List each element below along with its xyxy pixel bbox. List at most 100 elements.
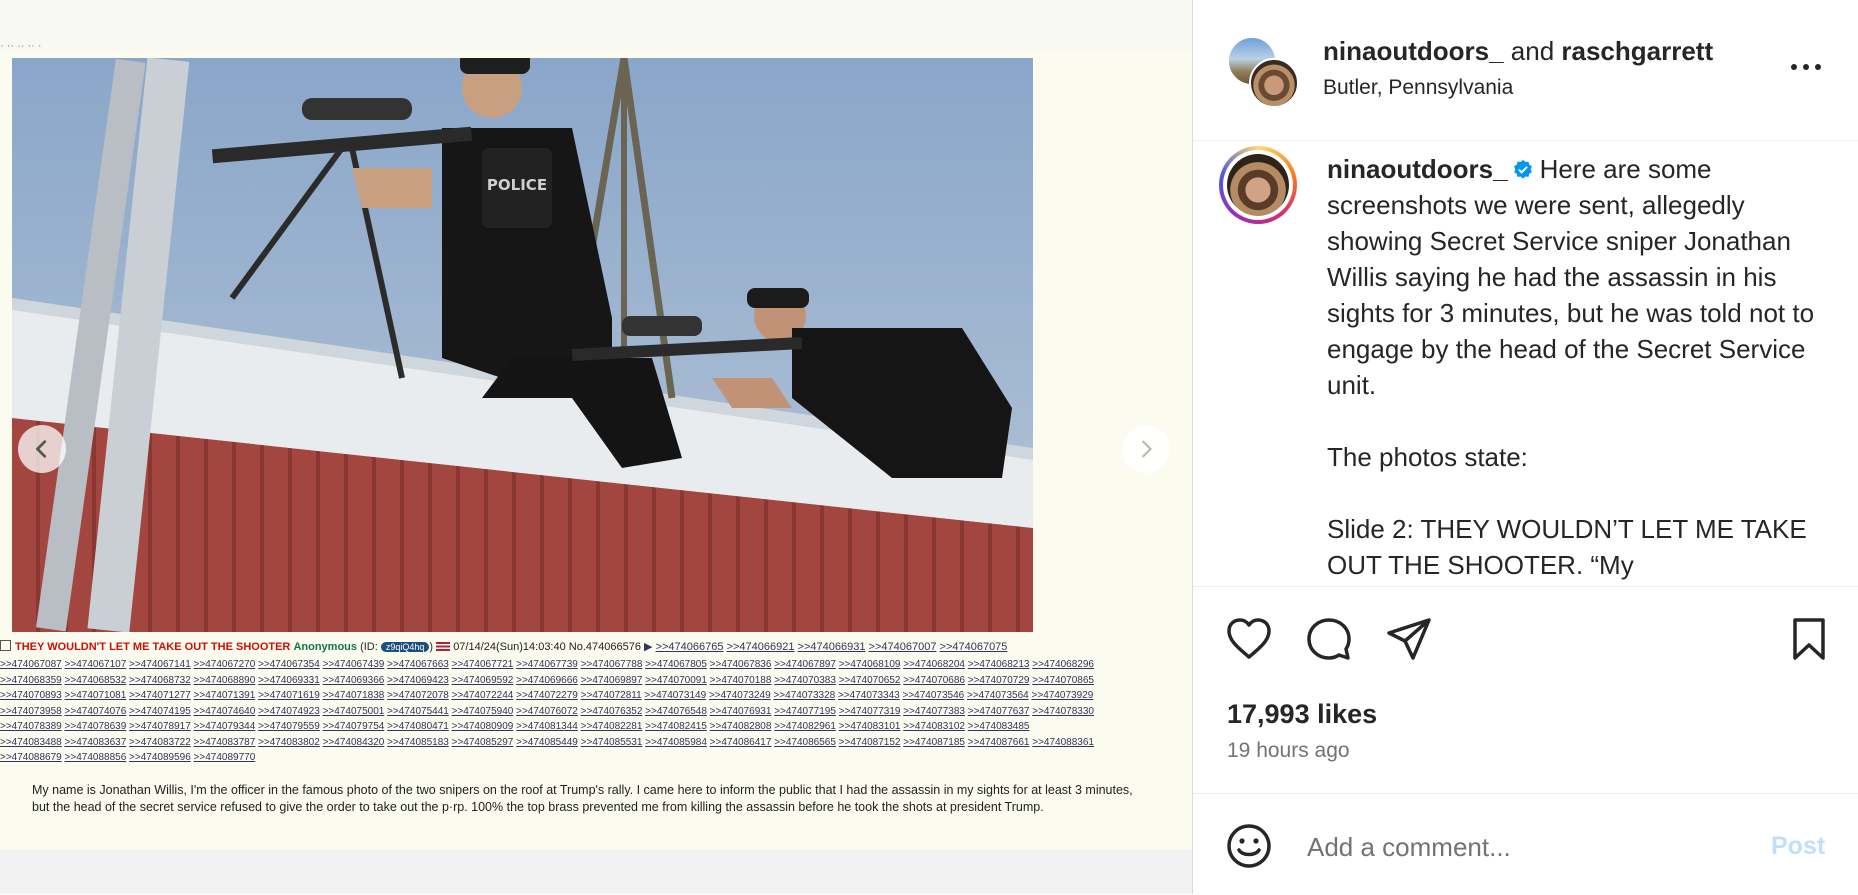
reply-link[interactable]: >>474070383 (774, 675, 836, 686)
reply-link[interactable]: >>474083102 (903, 721, 965, 732)
reply-link[interactable]: >>474067897 (774, 659, 836, 670)
reply-link[interactable]: >>474080471 (387, 721, 449, 732)
reply-link[interactable]: >>474067007 (869, 641, 937, 653)
reply-link[interactable]: >>474086417 (710, 737, 772, 748)
reply-link[interactable]: >>474068296 (1032, 659, 1094, 670)
arrow-icon[interactable]: ▶ (644, 641, 652, 653)
reply-link[interactable]: >>474072279 (516, 690, 578, 701)
previous-slide-button[interactable] (18, 425, 66, 473)
reply-link[interactable]: >>474078330 (1032, 706, 1094, 717)
reply-link[interactable]: >>474070188 (710, 675, 772, 686)
reply-link[interactable]: >>474082415 (645, 721, 707, 732)
reply-link[interactable]: >>474076931 (710, 706, 772, 717)
reply-link[interactable]: >>474069666 (516, 675, 578, 686)
reply-link[interactable]: >>474076548 (645, 706, 707, 717)
avatar[interactable] (1249, 58, 1299, 108)
poster-id[interactable]: z9qiQ4hq (380, 642, 430, 652)
reply-link[interactable]: >>474072811 (581, 690, 642, 701)
reply-link[interactable]: >>474071277 (129, 690, 191, 701)
reply-link[interactable]: >>474069423 (387, 675, 449, 686)
reply-link[interactable]: >>474066765 (656, 641, 724, 653)
reply-link[interactable]: >>474082281 (581, 721, 643, 732)
reply-link[interactable]: >>474067788 (581, 659, 643, 670)
collab-avatars[interactable] (1227, 36, 1299, 108)
reply-link[interactable]: >>474067663 (387, 659, 449, 670)
reply-link[interactable]: >>474067439 (323, 659, 385, 670)
reply-link[interactable]: >>474076352 (581, 706, 643, 717)
reply-link[interactable]: >>474068204 (903, 659, 965, 670)
reply-link[interactable]: >>474089770 (194, 752, 256, 763)
heart-icon[interactable] (1225, 615, 1273, 663)
reply-link[interactable]: >>474088679 (0, 752, 62, 763)
reply-link[interactable]: >>474070865 (1032, 675, 1094, 686)
reply-link[interactable]: >>474087185 (903, 737, 965, 748)
reply-link[interactable]: >>474071619 (258, 690, 320, 701)
reply-link[interactable]: >>474082808 (710, 721, 772, 732)
reply-link[interactable]: >>474075001 (323, 706, 385, 717)
reply-link[interactable]: >>474066921 (727, 641, 795, 653)
reply-link[interactable]: >>474077383 (903, 706, 965, 717)
emoji-icon[interactable] (1225, 822, 1273, 870)
reply-link[interactable]: >>474072078 (387, 690, 449, 701)
reply-link[interactable]: >>474085984 (645, 737, 707, 748)
reply-link[interactable]: >>474067739 (516, 659, 578, 670)
reply-link[interactable]: >>474083637 (65, 737, 127, 748)
reply-link[interactable]: >>474088361 (1032, 737, 1094, 748)
post-checkbox[interactable] (0, 640, 11, 651)
reply-link[interactable]: >>474070091 (645, 675, 707, 686)
reply-link[interactable]: >>474078917 (129, 721, 191, 732)
reply-link[interactable]: >>474085297 (452, 737, 514, 748)
reply-link[interactable]: >>474079344 (194, 721, 256, 732)
reply-link[interactable]: >>474074195 (129, 706, 191, 717)
reply-link[interactable]: >>474074923 (258, 706, 320, 717)
reply-link[interactable]: >>474083485 (968, 721, 1030, 732)
reply-link[interactable]: >>474083787 (194, 737, 256, 748)
reply-link[interactable]: >>474070729 (968, 675, 1030, 686)
comment-icon[interactable] (1305, 615, 1353, 663)
reply-link[interactable]: >>474069592 (452, 675, 514, 686)
reply-link[interactable]: >>474067107 (65, 659, 127, 670)
reply-link[interactable]: >>474067836 (710, 659, 772, 670)
reply-link[interactable]: >>474088856 (65, 752, 127, 763)
reply-link[interactable]: >>474085183 (387, 737, 449, 748)
reply-link[interactable]: >>474079754 (323, 721, 385, 732)
reply-link[interactable]: >>474076072 (516, 706, 578, 717)
reply-link[interactable]: >>474067805 (645, 659, 707, 670)
reply-link[interactable]: >>474070686 (903, 675, 965, 686)
reply-link[interactable]: >>474084320 (323, 737, 385, 748)
next-slide-button[interactable] (1122, 425, 1170, 473)
likes-count[interactable]: 17,993 likes (1227, 699, 1377, 730)
reply-link[interactable]: >>474075441 (387, 706, 449, 717)
reply-link[interactable]: >>474069366 (323, 675, 385, 686)
reply-link[interactable]: >>474073564 (967, 690, 1029, 701)
comment-input[interactable] (1305, 824, 1749, 870)
reply-link[interactable]: >>474071391 (194, 690, 256, 701)
more-options-button[interactable] (1786, 52, 1826, 82)
reply-link[interactable]: >>474078389 (0, 721, 62, 732)
reply-link[interactable]: >>474080909 (452, 721, 514, 732)
reply-link[interactable]: >>474068109 (839, 659, 901, 670)
reply-link[interactable]: >>474085531 (581, 737, 643, 748)
post-comment-button[interactable]: Post (1771, 832, 1825, 861)
reply-link[interactable]: >>474068359 (0, 675, 62, 686)
reply-link[interactable]: >>474068890 (194, 675, 256, 686)
reply-link[interactable]: >>474077637 (968, 706, 1030, 717)
reply-link[interactable]: >>474068532 (65, 675, 127, 686)
reply-link[interactable]: >>474067141 (129, 659, 191, 670)
reply-link[interactable]: >>474089596 (129, 752, 191, 763)
reply-link[interactable]: >>474077319 (839, 706, 901, 717)
reply-link[interactable]: >>474073343 (838, 690, 900, 701)
reply-link[interactable]: >>474074076 (65, 706, 127, 717)
reply-link[interactable]: >>474083722 (129, 737, 191, 748)
reply-link[interactable]: >>474083802 (258, 737, 320, 748)
reply-link[interactable]: >>474067354 (258, 659, 320, 670)
reply-link[interactable]: >>474071081 (65, 690, 127, 701)
reply-link[interactable]: >>474073929 (1032, 690, 1094, 701)
reply-link[interactable]: >>474068213 (968, 659, 1030, 670)
reply-link[interactable]: >>474079559 (258, 721, 320, 732)
reply-link[interactable]: >>474087661 (968, 737, 1030, 748)
reply-link[interactable]: >>474069331 (258, 675, 320, 686)
reply-link[interactable]: >>474070652 (839, 675, 901, 686)
reply-link[interactable]: >>474073546 (902, 690, 964, 701)
reply-link[interactable]: >>474067270 (194, 659, 256, 670)
